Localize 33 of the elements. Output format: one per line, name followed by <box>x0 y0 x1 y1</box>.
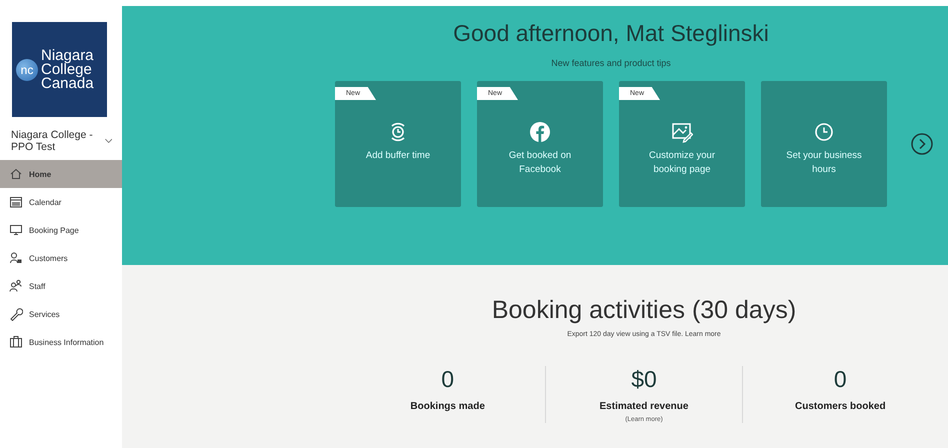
logo-text: Niagara <box>41 48 94 62</box>
nav-item[interactable]: Customers <box>0 244 122 272</box>
nav-item[interactable]: Calendar <box>0 188 122 216</box>
stat-value: 0 <box>441 366 454 392</box>
organization-name: Niagara College - PPO Test <box>11 128 94 152</box>
image-edit-icon <box>671 121 693 143</box>
section-title: Booking activities (30 days) <box>492 296 796 325</box>
person-icon <box>9 251 23 265</box>
nav-item[interactable]: Business Information <box>0 328 122 356</box>
greeting: Good afternoon, Mat Steglinski <box>453 20 769 47</box>
wrench-icon <box>9 307 23 321</box>
logo-mark: nc <box>16 58 38 80</box>
feature-card[interactable]: Set your business hours <box>761 81 887 207</box>
stat-label: Bookings made <box>410 401 485 412</box>
nav-item[interactable]: Home <box>0 160 122 188</box>
chevron-down-icon[interactable] <box>104 138 112 144</box>
logo-text: Canada <box>41 76 94 90</box>
monitor-icon <box>9 223 23 237</box>
banner-subtitle: New features and product tips <box>551 58 671 68</box>
stat-value: 0 <box>834 366 847 392</box>
calendar-icon <box>9 195 23 209</box>
stat-label: Customers booked <box>795 401 886 412</box>
nav-item[interactable]: Booking Page <box>0 216 122 244</box>
stat-value: $0 <box>631 366 657 392</box>
facebook-icon <box>529 121 551 143</box>
home-icon <box>9 167 23 181</box>
clock-icon <box>813 121 835 143</box>
logo-text: College <box>41 62 92 76</box>
nav-item[interactable]: Staff <box>0 272 122 300</box>
briefcase-icon <box>9 335 23 349</box>
stat-label: Estimated revenue <box>600 401 688 412</box>
nav-item[interactable]: Services <box>0 300 122 328</box>
people-icon <box>9 279 23 293</box>
